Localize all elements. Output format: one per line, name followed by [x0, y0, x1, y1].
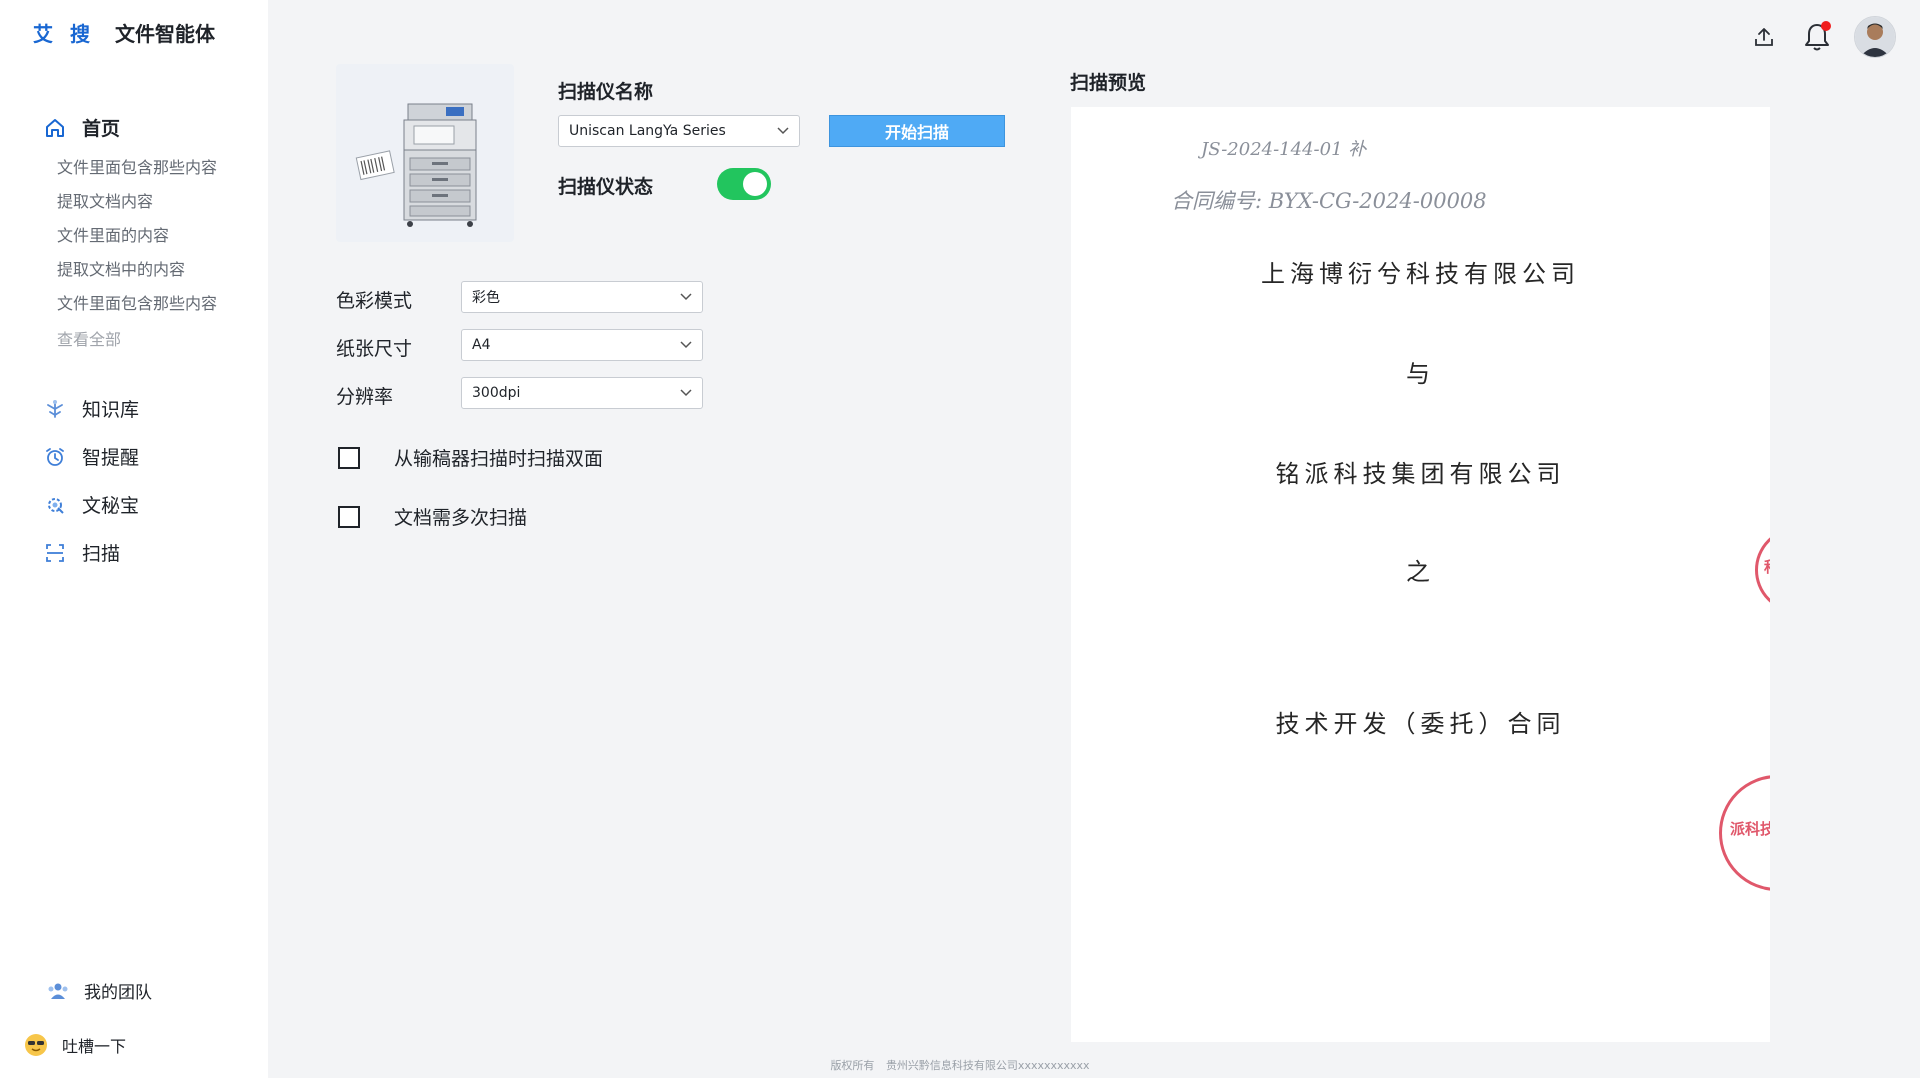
- duplex-checkbox[interactable]: [338, 446, 360, 469]
- recent-item[interactable]: 文件里面包含那些内容: [57, 292, 217, 326]
- color-mode-value: 彩色: [472, 290, 500, 306]
- recent-item[interactable]: 文件里面包含那些内容: [57, 156, 217, 190]
- app-name: 文件智能体: [114, 22, 215, 46]
- nav-item-home-label: 首页: [82, 118, 121, 140]
- scan-icon: [44, 542, 66, 564]
- nav-item-knowledge-base[interactable]: 知识库: [44, 395, 139, 422]
- document-line: 技术开发（委托）合同: [1275, 710, 1566, 738]
- paper-size-select[interactable]: A4: [461, 329, 703, 361]
- team-icon: [46, 982, 70, 1000]
- stamp-text: 科技: [1764, 556, 1770, 577]
- brand-logo: 艾 搜: [33, 22, 95, 46]
- duplex-label: 从输稿器扫描时扫描双面: [394, 448, 604, 470]
- preview-title: 扫描预览: [1070, 72, 1147, 94]
- sidebar: 艾 搜 文件智能体 首页 文件里面包含那些内容 提取文档内容 文件里面的内容 提…: [0, 0, 268, 1078]
- recent-list: 文件里面包含那些内容 提取文档内容 文件里面的内容 提取文档中的内容 文件里面包…: [57, 156, 217, 362]
- chevron-down-icon: [777, 127, 789, 135]
- chevron-down-icon: [680, 341, 692, 349]
- scanner-name-select[interactable]: Uniscan LangYa Series: [558, 115, 800, 147]
- red-seal-stamp: 科技: [1755, 527, 1770, 613]
- nav-item-home[interactable]: 首页: [44, 114, 120, 141]
- stamp-text: 派科技集团: [1730, 820, 1770, 838]
- nav-item-knowledge-base-label: 知识库: [82, 399, 140, 421]
- paper-size-value: A4: [472, 337, 491, 353]
- document-line: 与: [1406, 360, 1435, 388]
- document-line: 上海博衍兮科技有限公司: [1261, 260, 1580, 288]
- nav-item-secretary[interactable]: 文秘宝: [44, 491, 139, 518]
- feedback-label: 吐槽一下: [62, 1037, 127, 1056]
- paper-size-label: 纸张尺寸: [336, 338, 413, 360]
- alarm-clock-icon: [44, 446, 66, 468]
- notification-dot: [1821, 21, 1831, 31]
- recent-item[interactable]: 提取文档内容: [57, 190, 217, 224]
- resolution-value: 300dpi: [472, 385, 521, 401]
- document-line: 铭派科技集团有限公司: [1275, 460, 1566, 488]
- recent-item[interactable]: 文件里面的内容: [57, 224, 217, 258]
- recent-item[interactable]: 提取文档中的内容: [57, 258, 217, 292]
- resolution-select[interactable]: 300dpi: [461, 377, 703, 409]
- my-team-button[interactable]: 我的团队: [46, 978, 152, 1003]
- nav-item-secretary-label: 文秘宝: [82, 495, 140, 517]
- gear-document-icon: [44, 494, 66, 516]
- scanner-name-label: 扫描仪名称: [558, 81, 654, 103]
- nav-item-scan[interactable]: 扫描: [44, 539, 120, 566]
- start-scan-button[interactable]: 开始扫描: [829, 115, 1005, 147]
- feedback-button[interactable]: 吐槽一下: [24, 1033, 126, 1057]
- scanner-status-label: 扫描仪状态: [558, 176, 654, 198]
- header-actions: [1750, 16, 1896, 58]
- chevron-down-icon: [680, 389, 692, 397]
- footer: 版权所有 贵州兴黔信息科技有限公司xxxxxxxxxxx: [0, 1057, 1920, 1073]
- knowledge-base-icon: [44, 398, 66, 420]
- my-team-label: 我的团队: [84, 983, 152, 1003]
- bell-icon[interactable]: [1800, 20, 1834, 54]
- upload-icon[interactable]: [1750, 23, 1778, 51]
- sunglasses-emoji-icon: [24, 1033, 48, 1057]
- footer-company: 贵州兴黔信息科技有限公司xxxxxxxxxxx: [885, 1059, 1090, 1072]
- color-mode-select[interactable]: 彩色: [461, 281, 703, 313]
- chevron-down-icon: [680, 293, 692, 301]
- brand[interactable]: 艾 搜 文件智能体: [33, 18, 215, 47]
- footer-copyright: 版权所有: [830, 1059, 875, 1072]
- multi-scan-label: 文档需多次扫描: [394, 507, 528, 529]
- scanner-name-value: Uniscan LangYa Series: [569, 123, 726, 139]
- avatar[interactable]: [1854, 16, 1896, 58]
- nav-item-smart-reminder[interactable]: 智提醒: [44, 443, 139, 470]
- scanner-image: [336, 64, 514, 242]
- red-seal-stamp: 派科技集团: [1719, 775, 1770, 891]
- document-line: 之: [1406, 558, 1435, 586]
- nav-item-scan-label: 扫描: [82, 543, 121, 565]
- handwritten-note: JS-2024-144-01 补: [1201, 139, 1367, 160]
- scan-preview-document[interactable]: JS-2024-144-01 补 合同编号: BYX-CG-2024-00008…: [1071, 107, 1770, 1042]
- duplex-checkbox-row[interactable]: 从输稿器扫描时扫描双面: [338, 444, 603, 471]
- view-all-link[interactable]: 查看全部: [57, 328, 217, 362]
- multi-scan-checkbox-row[interactable]: 文档需多次扫描: [338, 503, 527, 530]
- home-icon: [44, 117, 66, 139]
- scanner-status-toggle[interactable]: [717, 168, 771, 200]
- resolution-label: 分辨率: [336, 386, 394, 408]
- toggle-knob: [743, 172, 767, 196]
- handwritten-contract-number: 合同编号: BYX-CG-2024-00008: [1171, 189, 1487, 213]
- multi-scan-checkbox[interactable]: [338, 505, 360, 528]
- color-mode-label: 色彩模式: [336, 290, 413, 312]
- nav-item-smart-reminder-label: 智提醒: [82, 447, 140, 469]
